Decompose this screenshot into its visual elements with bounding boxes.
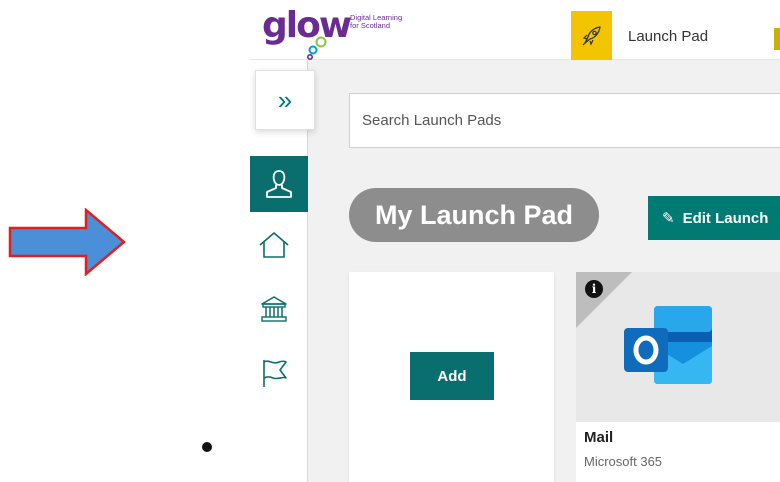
outlook-icon <box>624 306 712 384</box>
sidebar: » <box>250 60 315 482</box>
flag-icon <box>263 360 287 387</box>
glow-logo[interactable]: glow Digital Learning for Scotland <box>262 6 432 60</box>
tile-mail[interactable]: i Mail Microsoft 365 <box>576 272 780 482</box>
logo-bubbles-icon <box>306 36 327 60</box>
bullet-point <box>202 442 212 452</box>
tile-subtitle: Microsoft 365 <box>584 454 663 469</box>
tile-mail-image: i <box>576 272 780 422</box>
home-icon <box>259 232 289 258</box>
add-tile-card: Add <box>349 272 554 482</box>
edit-launch-pad-button[interactable]: ✎ Edit Launch <box>648 196 780 240</box>
logo-tagline: Digital Learning for Scotland <box>350 13 403 30</box>
institution-icon <box>261 296 287 322</box>
sidebar-item-my-launch-pad[interactable] <box>250 156 308 212</box>
expand-sidebar-button[interactable]: » <box>255 70 315 130</box>
double-chevron-right-icon: » <box>277 84 293 115</box>
edit-icon: ✎ <box>662 210 675 227</box>
next-tab-edge[interactable] <box>774 28 780 50</box>
sidebar-item-flag[interactable] <box>250 348 298 398</box>
annotation-arrow-right-icon <box>8 208 126 276</box>
info-icon[interactable]: i <box>585 280 603 298</box>
search-input[interactable]: Search Launch Pads <box>349 93 780 148</box>
user-icon <box>266 170 292 198</box>
tile-title: Mail <box>584 429 614 446</box>
top-bar: glow Digital Learning for Scotland Launc… <box>250 0 780 62</box>
sidebar-item-institution[interactable] <box>250 284 298 334</box>
rocket-icon <box>571 10 612 62</box>
search-placeholder: Search Launch Pads <box>362 112 502 129</box>
tab-launch-pad[interactable]: Launch Pad <box>571 10 709 62</box>
tab-launch-pad-label: Launch Pad <box>628 27 709 45</box>
page-title: My Launch Pad <box>349 188 600 242</box>
add-button[interactable]: Add <box>410 352 494 400</box>
main-content: Search Launch Pads My Launch Pad ✎ Edit … <box>308 60 780 482</box>
glow-launchpad-app: glow Digital Learning for Scotland Launc… <box>250 0 780 482</box>
sidebar-item-home[interactable] <box>250 220 298 270</box>
edit-button-label: Edit Launch <box>682 209 769 227</box>
